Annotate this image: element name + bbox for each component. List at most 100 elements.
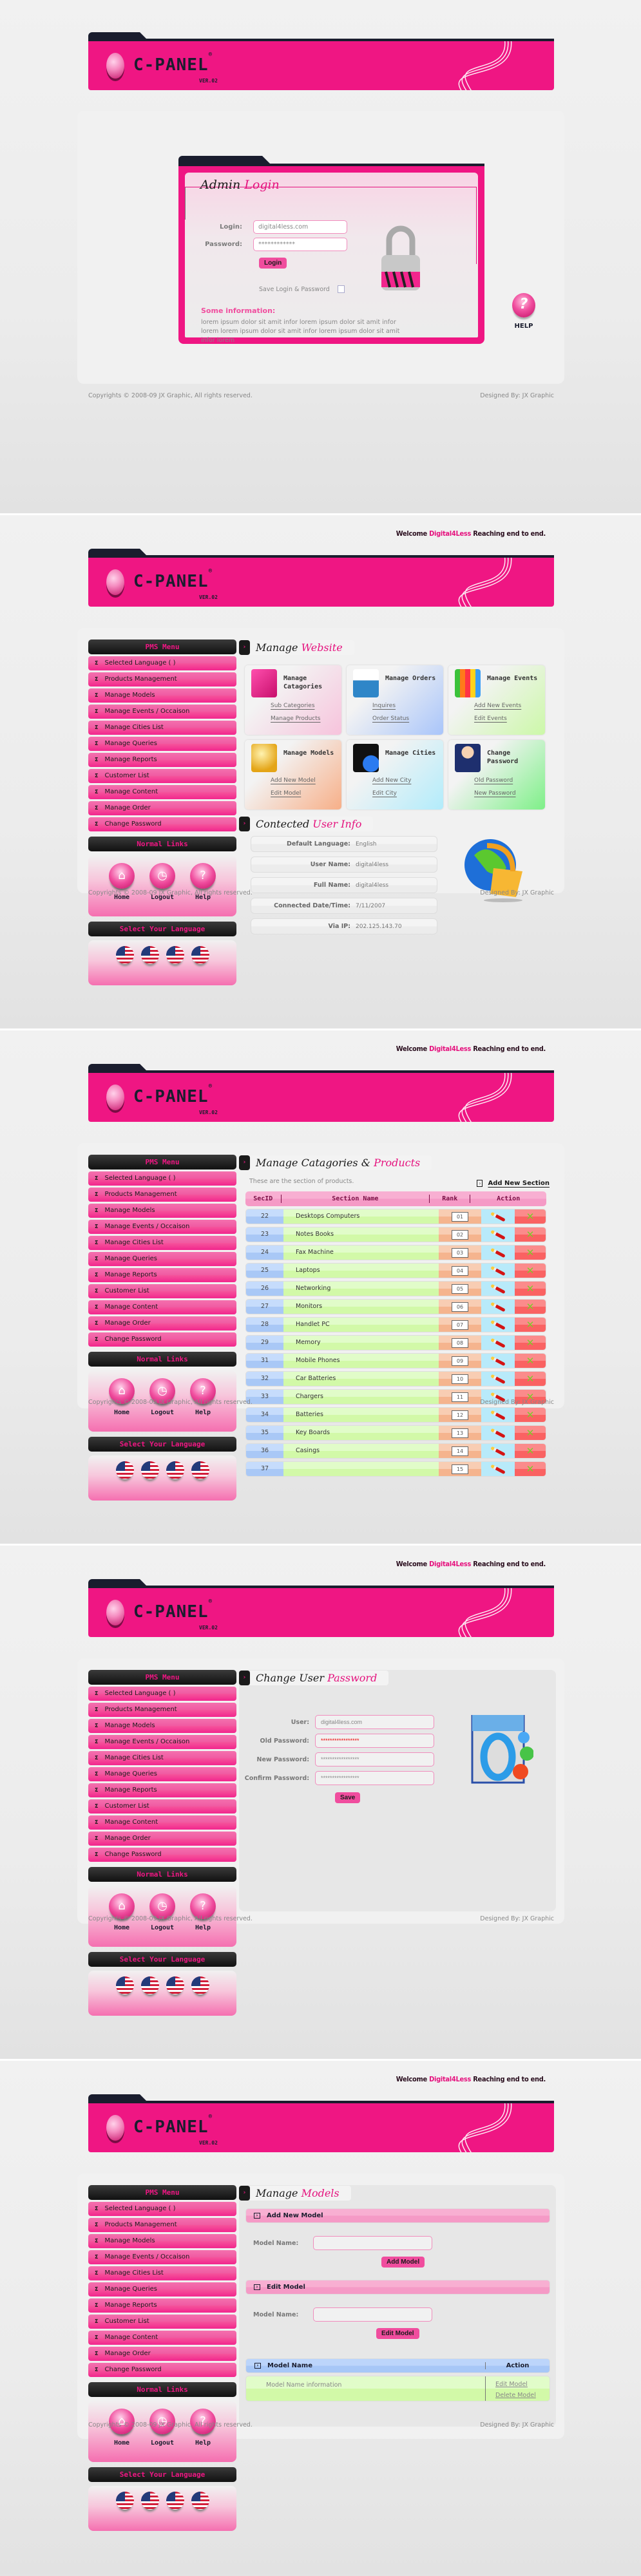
us-flag-icon[interactable] [140,1461,159,1479]
save-button[interactable]: Save [335,1792,361,1803]
edit-brush-icon[interactable] [490,1229,506,1240]
sidebar-item[interactable]: Σ Manage Content [88,2331,236,2345]
sidebar-item[interactable]: Σ Products Management [88,1188,236,1202]
sidebar-item[interactable]: Σ Customer List [88,1799,236,1814]
sidebar-item[interactable]: Σ Change Password [88,817,236,831]
login-button[interactable]: Login [259,258,287,269]
delete-x-icon[interactable]: ✕ [515,1264,546,1278]
rank-input[interactable]: 05 [452,1283,468,1294]
sidebar-item[interactable]: Σ Manage Cities List [88,1236,236,1250]
us-flag-icon[interactable] [191,946,209,964]
us-flag-icon[interactable] [191,1976,209,1994]
tile-link[interactable]: Edit Model [271,790,301,797]
edit-brush-icon[interactable] [490,1446,506,1456]
rank-input[interactable]: 13 [452,1428,468,1438]
sidebar-item[interactable]: Σ Manage Models [88,1204,236,1218]
tile-link[interactable]: Add New Events [474,703,521,709]
edit-brush-icon[interactable] [490,1302,506,1312]
edit-brush-icon[interactable] [490,1320,506,1330]
sidebar-item[interactable]: Σ Manage Order [88,2347,236,2361]
edit-brush-icon[interactable] [490,1356,506,1366]
tile-link[interactable]: Edit City [372,790,397,797]
delete-x-icon[interactable]: ✕ [515,1372,546,1386]
us-flag-icon[interactable] [166,2492,184,2510]
sidebar-item[interactable]: Σ Manage Events / Occaison [88,1735,236,1749]
edit-brush-icon[interactable] [490,1338,506,1348]
rank-input[interactable]: 06 [452,1302,468,1312]
sidebar-item[interactable]: Σ Change Password [88,1848,236,1862]
rank-input[interactable]: 08 [452,1338,468,1348]
edit-brush-icon[interactable] [490,1374,506,1384]
save-login-checkbox[interactable] [337,285,345,293]
dashboard-tile[interactable]: Change Password Old Password New Passwor… [448,740,545,810]
edit-brush-icon[interactable] [490,1283,506,1294]
sidebar-item[interactable]: Σ Manage Events / Occaison [88,2250,236,2264]
rank-input[interactable]: 01 [452,1211,468,1222]
sidebar-item[interactable]: Σ Manage Models [88,2234,236,2248]
delete-x-icon[interactable]: ✕ [515,1245,546,1260]
us-flag-icon[interactable] [115,2492,134,2510]
us-flag-icon[interactable] [166,1461,184,1479]
edit-model-name-input[interactable] [313,2307,432,2322]
delete-x-icon[interactable]: ✕ [515,1426,546,1440]
password-field[interactable] [315,1771,434,1785]
rank-input[interactable]: 04 [452,1265,468,1276]
normal-link-help[interactable]: ? Help [190,2409,216,2462]
tile-link[interactable]: Add New City [372,777,411,784]
sidebar-item[interactable]: Σ Manage Content [88,1300,236,1314]
sidebar-item[interactable]: Σ Customer List [88,1284,236,1298]
us-flag-icon[interactable] [115,1976,134,1994]
sidebar-item[interactable]: Σ Selected Language ( ) [88,1171,236,1186]
rank-input[interactable]: 03 [452,1247,468,1258]
tile-link[interactable]: Manage Products [271,715,320,722]
sidebar-item[interactable]: Σ Manage Reports [88,1783,236,1797]
sidebar-item[interactable]: Σ Manage Cities List [88,2266,236,2280]
password-input[interactable] [253,238,347,251]
us-flag-icon[interactable] [140,946,159,964]
tile-link[interactable]: Sub Categories [271,703,315,709]
sidebar-item[interactable]: Σ Manage Queries [88,1767,236,1781]
sidebar-item[interactable]: Σ Manage Reports [88,753,236,767]
dashboard-tile[interactable]: Manage Models Add New Model Edit Model [245,740,341,810]
us-flag-icon[interactable] [140,1976,159,1994]
delete-x-icon[interactable]: ✕ [515,1462,546,1476]
sidebar-item[interactable]: Σ Customer List [88,769,236,783]
delete-model-link[interactable]: Delete Model [495,2390,550,2401]
add-model-name-input[interactable] [313,2236,432,2250]
add-model-button[interactable]: Add Model [381,2257,425,2268]
rank-input[interactable]: 09 [452,1356,468,1366]
edit-brush-icon[interactable] [490,1265,506,1276]
sidebar-item[interactable]: Σ Manage Reports [88,1268,236,1282]
us-flag-icon[interactable] [115,1461,134,1479]
tile-link[interactable]: Add New Model [271,777,316,784]
delete-x-icon[interactable]: ✕ [515,1318,546,1332]
edit-brush-icon[interactable] [490,1464,506,1474]
sidebar-item[interactable]: Σ Products Management [88,2218,236,2232]
delete-x-icon[interactable]: ✕ [515,1227,546,1242]
sidebar-item[interactable]: Σ Change Password [88,2363,236,2377]
delete-x-icon[interactable]: ✕ [515,1444,546,1458]
edit-model-link[interactable]: Edit Model [495,2379,550,2390]
sidebar-item[interactable]: Σ Manage Queries [88,2282,236,2297]
sidebar-item[interactable]: Σ Manage Events / Occaison [88,1220,236,1234]
sidebar-item[interactable]: Σ Manage Queries [88,1252,236,1266]
rank-input[interactable]: 14 [452,1446,468,1456]
rank-input[interactable]: 10 [452,1374,468,1384]
edit-model-button[interactable]: Edit Model [376,2328,419,2339]
dashboard-tile[interactable]: Manage Events Add New Events Edit Events [448,665,545,735]
password-field[interactable] [315,1715,434,1729]
edit-brush-icon[interactable] [490,1247,506,1258]
sidebar-item[interactable]: Σ Manage Order [88,801,236,815]
rank-input[interactable]: 02 [452,1229,468,1240]
edit-brush-icon[interactable] [490,1410,506,1420]
delete-x-icon[interactable]: ✕ [515,1354,546,1368]
sidebar-item[interactable]: Σ Selected Language ( ) [88,1687,236,1701]
sidebar-item[interactable]: Σ Manage Queries [88,737,236,751]
sidebar-item[interactable]: Σ Customer List [88,2315,236,2329]
tile-link[interactable]: Edit Events [474,715,507,722]
delete-x-icon[interactable]: ✕ [515,1336,546,1350]
rank-input[interactable]: 15 [452,1464,468,1474]
rank-input[interactable]: 12 [452,1410,468,1420]
sidebar-item[interactable]: Σ Selected Language ( ) [88,656,236,670]
sidebar-item[interactable]: Σ Manage Models [88,688,236,703]
